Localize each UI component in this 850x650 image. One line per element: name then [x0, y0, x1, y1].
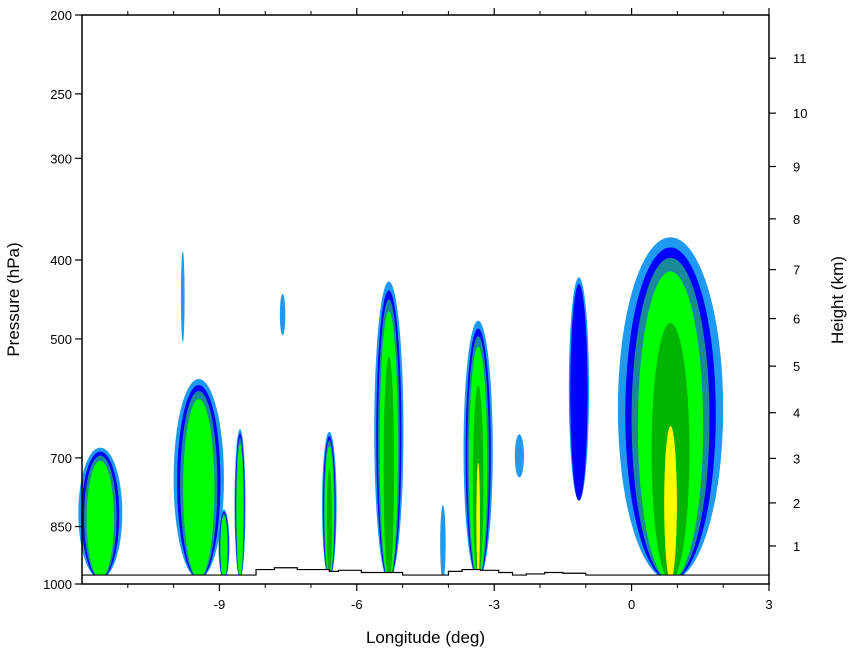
x-tick-label: 3	[765, 597, 772, 612]
contour-cell-10-level-6	[476, 462, 480, 579]
contour-cell-8-level-5	[383, 356, 395, 581]
pressure-tick-label: 1000	[43, 577, 72, 592]
contour-cell-12-level-2	[570, 284, 588, 501]
height-tick-label: 3	[793, 451, 800, 466]
pressure-tick-label: 500	[50, 332, 72, 347]
pressure-tick-label: 250	[50, 87, 72, 102]
pressure-axis-ticks: 200 250 300 400 500 700 850 1000	[43, 8, 82, 592]
pressure-tick-label: 700	[50, 451, 72, 466]
height-tick-label: 4	[793, 406, 800, 421]
contour-cell-13-level-6	[664, 426, 677, 581]
height-tick-label: 1	[793, 539, 800, 554]
cross-section-chart: -9 -6 -3 0 3 200 250 300 400 500 700 850 1000 1 2 3 4 5…	[4, 8, 847, 647]
height-tick-label: 10	[793, 106, 807, 121]
pressure-tick-label: 850	[50, 520, 72, 535]
height-tick-label: 5	[793, 359, 800, 374]
height-axis-ticks: 1 2 3 4 5 6 7 8 9 10 11	[769, 51, 807, 554]
height-tick-label: 6	[793, 312, 800, 327]
contour-cell-3-level-1	[180, 251, 185, 343]
pressure-axis-label: Pressure (hPa)	[4, 242, 23, 356]
contour-cell-5-level-4	[236, 443, 244, 579]
pressure-tick-label: 400	[50, 253, 72, 268]
height-tick-label: 2	[793, 496, 800, 511]
contour-cell-9-level-1	[440, 505, 446, 581]
x-tick-label: 0	[628, 597, 635, 612]
contour-cell-6-level-1	[279, 293, 286, 336]
contour-cell-4-level-4	[220, 516, 228, 581]
contour-cell-1-level-4	[86, 460, 114, 579]
height-tick-label: 11	[793, 51, 807, 66]
height-tick-label: 8	[793, 212, 800, 227]
height-tick-label: 9	[793, 160, 800, 175]
x-tick-label: -3	[488, 597, 500, 612]
x-tick-label: -6	[351, 597, 363, 612]
contour-cell-11-level-1	[514, 434, 524, 478]
height-axis-label: Height (km)	[828, 256, 847, 344]
contour-cell-2-level-4	[183, 398, 215, 579]
height-tick-label: 7	[793, 263, 800, 278]
contour-cell-7-level-5	[326, 468, 332, 579]
pressure-tick-label: 300	[50, 151, 72, 166]
x-tick-label: -9	[214, 597, 226, 612]
contour-fill-layer	[78, 237, 724, 581]
pressure-tick-label: 200	[50, 8, 72, 23]
x-axis-label: Longitude (deg)	[366, 628, 485, 647]
